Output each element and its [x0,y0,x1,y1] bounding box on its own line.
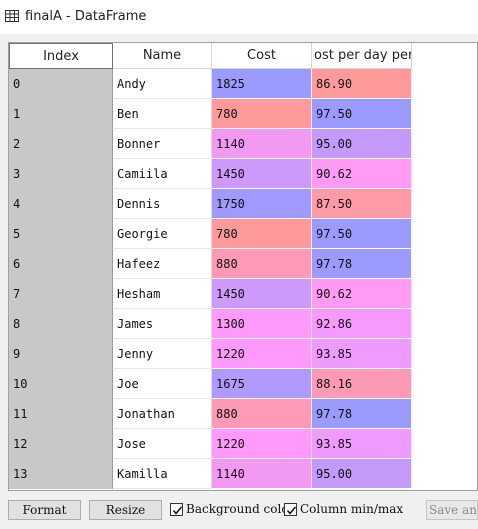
cell-cost[interactable]: 880 [212,399,312,429]
header-cost[interactable]: Cost [212,43,312,69]
cell-cost[interactable]: 1825 [212,69,312,99]
cell-cost[interactable]: 880 [212,249,312,279]
cell-cost[interactable]: 1220 [212,339,312,369]
cell-index[interactable]: 13 [9,459,113,489]
cell-cost[interactable]: 1300 [212,309,312,339]
cell-name[interactable]: Hafeez [113,249,212,279]
header-name[interactable]: Name [113,43,212,69]
cell-cost-per-day[interactable]: 97.50 [312,219,412,249]
format-button[interactable]: Format [8,500,81,520]
cell-cost-per-day[interactable]: 86.90 [312,69,412,99]
cell-cost-per-day[interactable]: 97.50 [312,99,412,129]
cell-cost[interactable]: 780 [212,219,312,249]
cell-index[interactable]: 0 [9,69,113,99]
title-bar: finalA - DataFrame [0,0,478,34]
cell-index[interactable]: 2 [9,129,113,159]
cell-cost-per-day[interactable]: 90.62 [312,279,412,309]
table-row[interactable]: 6 Hafeez 880 97.78 [9,249,477,279]
cell-index[interactable]: 7 [9,279,113,309]
cell-index[interactable]: 12 [9,429,113,459]
checkbox-check-icon [170,502,183,516]
table-row[interactable]: 13 Kamilla 1140 95.00 [9,459,477,489]
cell-cost[interactable]: 1140 [212,459,312,489]
cell-index[interactable]: 9 [9,339,113,369]
cell-name[interactable]: Bonner [113,129,212,159]
cell-name[interactable]: Joe [113,369,212,399]
cell-index[interactable]: 1 [9,99,113,129]
cell-index[interactable]: 3 [9,159,113,189]
cell-cost-per-day[interactable]: 97.78 [312,249,412,279]
table-row[interactable]: 3 Camiila 1450 90.62 [9,159,477,189]
table-row[interactable]: 9 Jenny 1220 93.85 [9,339,477,369]
cell-cost-per-day[interactable]: 88.16 [312,369,412,399]
cell-cost-per-day[interactable]: 87.50 [312,189,412,219]
cell-index[interactable]: 6 [9,249,113,279]
cell-name[interactable]: Andy [113,69,212,99]
table-row[interactable]: 12 Jose 1220 93.85 [9,429,477,459]
cell-cost[interactable]: 1750 [212,189,312,219]
cell-index[interactable]: 5 [9,219,113,249]
cell-cost-per-day[interactable]: 97.78 [312,399,412,429]
cell-cost-per-day[interactable]: 92.86 [312,309,412,339]
cell-name[interactable]: Kamilla [113,459,212,489]
table-row[interactable]: 8 James 1300 92.86 [9,309,477,339]
table-row[interactable]: 10 Joe 1675 88.16 [9,369,477,399]
header-index[interactable]: Index [9,43,113,69]
background-color-checkbox[interactable]: Background color [170,501,294,517]
bottom-toolbar: Format Resize Background color Column mi… [0,491,478,529]
save-and-close-button[interactable]: Save and Close [426,500,478,520]
resize-button[interactable]: Resize [89,500,162,520]
cell-name[interactable]: Hesham [113,279,212,309]
cell-cost-per-day[interactable]: 93.85 [312,339,412,369]
cell-cost[interactable]: 1450 [212,159,312,189]
cell-index[interactable]: 4 [9,189,113,219]
dataframe-table[interactable]: Index Name Cost ost per day per p 0Andy1… [8,42,478,491]
cell-cost-per-day[interactable]: 90.62 [312,159,412,189]
table-row[interactable]: 1 Ben 780 97.50 [9,99,477,129]
window-title: finalA - DataFrame [25,9,147,24]
table-row[interactable]: 7 Hesham 1450 90.62 [9,279,477,309]
background-color-label: Background color [186,502,295,516]
cell-name[interactable]: Dennis [113,189,212,219]
cell-name[interactable]: Jose [113,429,212,459]
cell-cost[interactable]: 1140 [212,129,312,159]
cell-name[interactable]: James [113,309,212,339]
cell-index[interactable]: 11 [9,399,113,429]
table-row[interactable]: 2 Bonner 1140 95.00 [9,129,477,159]
cell-name[interactable]: Camiila [113,159,212,189]
checkbox-check-icon [284,502,297,516]
cell-name[interactable]: Jenny [113,339,212,369]
table-row[interactable]: 4 Dennis 1750 87.50 [9,189,477,219]
cell-index[interactable]: 10 [9,369,113,399]
cell-cost[interactable]: 1675 [212,369,312,399]
column-minmax-checkbox[interactable]: Column min/max [284,501,403,517]
column-minmax-label: Column min/max [300,502,404,516]
table-icon [5,10,19,26]
table-row[interactable]: 5 Georgie 780 97.50 [9,219,477,249]
header-cost-per-day[interactable]: ost per day per p [312,43,412,69]
cell-name[interactable]: Ben [113,99,212,129]
cell-cost-per-day[interactable]: 93.85 [312,429,412,459]
cell-name[interactable]: Jonathan [113,399,212,429]
cell-cost[interactable]: 1220 [212,429,312,459]
cell-name[interactable]: Georgie [113,219,212,249]
cell-cost[interactable]: 780 [212,99,312,129]
cell-cost[interactable]: 1450 [212,279,312,309]
cell-cost-per-day[interactable]: 95.00 [312,459,412,489]
cell-cost-per-day[interactable]: 95.00 [312,129,412,159]
table-row[interactable]: 0 Andy 1825 86.90 [9,69,477,99]
cell-index[interactable]: 8 [9,309,113,339]
table-row[interactable]: 11 Jonathan 880 97.78 [9,399,477,429]
